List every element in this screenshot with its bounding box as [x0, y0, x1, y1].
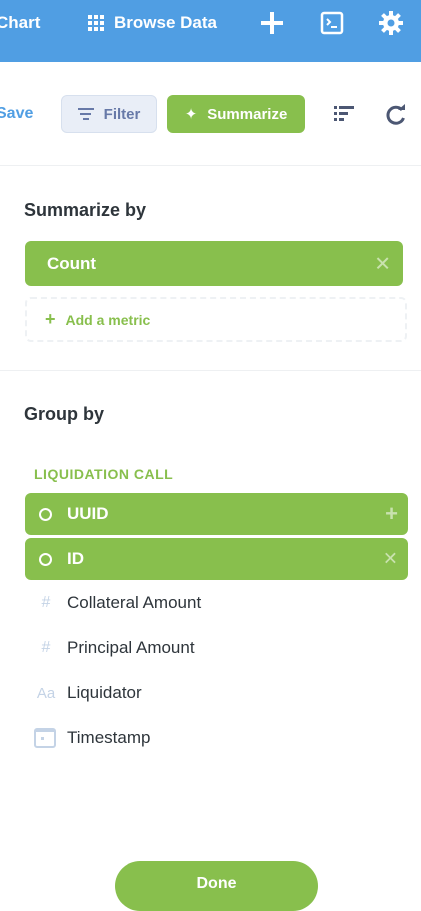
plus-icon: +: [45, 309, 56, 329]
metric-label: Count: [47, 253, 97, 273]
grid-icon: [88, 15, 104, 31]
hash-icon: #: [41, 594, 51, 611]
add-metric-button[interactable]: + Add a metric: [25, 297, 407, 342]
close-icon[interactable]: ✕: [383, 549, 398, 570]
close-icon[interactable]: ✕: [374, 251, 391, 276]
circle-icon: [39, 552, 52, 566]
sparkle-icon: ✦: [184, 106, 198, 123]
summarize-button-label: Summarize: [207, 105, 288, 123]
field-label: Principal Amount: [67, 638, 195, 657]
field-principal-amount[interactable]: # Principal Amount: [34, 633, 195, 663]
field-label: Collateral Amount: [67, 593, 202, 612]
done-button-label: Done: [196, 875, 237, 892]
field-label: Liquidator: [67, 683, 142, 702]
top-nav-bar: Chart Browse Data: [0, 0, 421, 62]
nav-chart-label: Chart: [0, 13, 41, 32]
nav-chart-link[interactable]: Chart: [0, 0, 40, 46]
gear-icon[interactable]: [378, 10, 404, 36]
refresh-icon[interactable]: [385, 104, 407, 126]
hash-icon: #: [41, 639, 51, 656]
filter-icon: [77, 108, 94, 120]
list-icon[interactable]: [334, 105, 354, 123]
field-label: Timestamp: [67, 728, 151, 747]
field-liquidator[interactable]: Aa Liquidator: [34, 678, 142, 708]
dimension-pill-id[interactable]: ID ✕: [25, 538, 408, 580]
section-divider: [0, 370, 421, 371]
add-metric-label: Add a metric: [65, 311, 151, 328]
dimension-label: ID: [67, 549, 84, 568]
query-action-bar: Save Filter ✦ Summarize: [0, 62, 421, 166]
plus-icon[interactable]: +: [385, 501, 398, 527]
field-timestamp[interactable]: Timestamp: [34, 723, 150, 753]
summarize-button[interactable]: ✦ Summarize: [167, 95, 305, 133]
summarize-by-title: Summarize by: [24, 200, 147, 220]
terminal-icon[interactable]: [319, 10, 345, 36]
filter-button-label: Filter: [103, 105, 141, 123]
nav-browse-data-link[interactable]: Browse Data: [88, 0, 217, 46]
dimension-label: UUID: [67, 504, 109, 523]
circle-icon: [39, 507, 52, 521]
metric-pill-count[interactable]: Count ✕: [25, 241, 403, 286]
save-button[interactable]: Save: [0, 105, 33, 123]
table-name-label: LIQUIDATION CALL: [34, 466, 174, 482]
filter-button[interactable]: Filter: [61, 95, 157, 133]
group-by-title: Group by: [24, 404, 104, 424]
nav-browse-data-label: Browse Data: [114, 13, 217, 32]
field-collateral-amount[interactable]: # Collateral Amount: [34, 588, 202, 618]
plus-icon[interactable]: [259, 10, 285, 36]
calendar-icon: [34, 728, 56, 748]
text-type-icon: Aa: [36, 684, 56, 702]
dimension-pill-uuid[interactable]: UUID +: [25, 493, 408, 535]
